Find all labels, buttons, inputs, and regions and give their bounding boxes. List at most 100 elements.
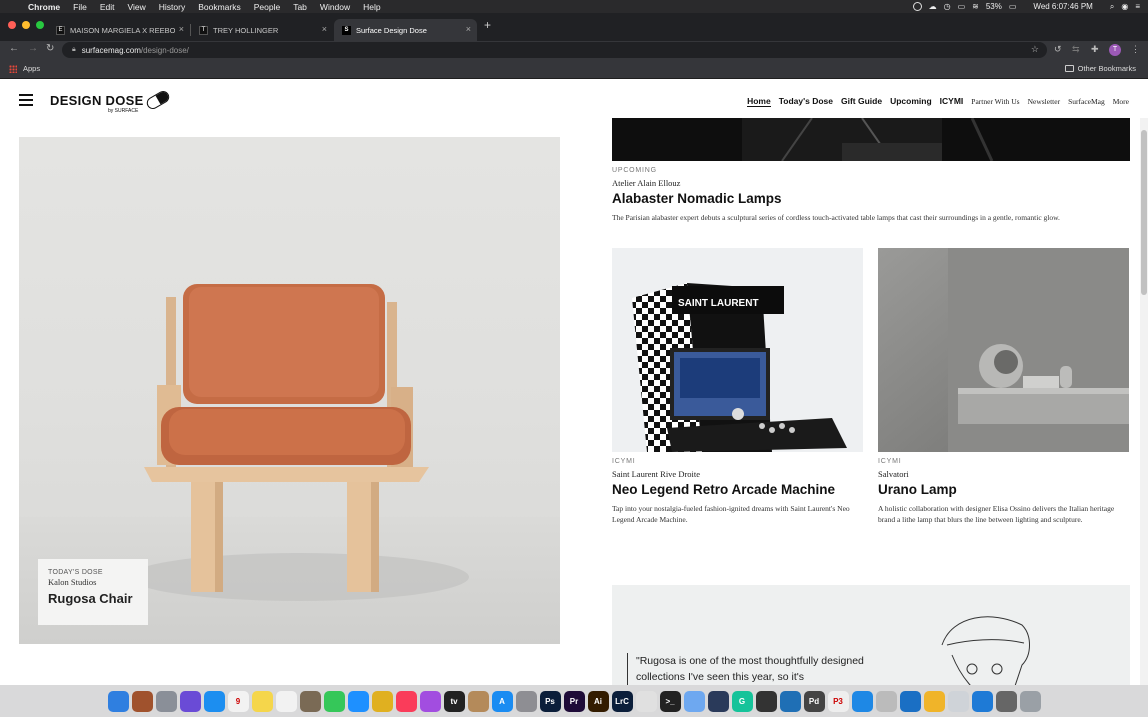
time-machine-icon[interactable]: ◷ — [944, 2, 951, 11]
menu-help[interactable]: Help — [363, 2, 380, 12]
nav-surfacemag[interactable]: SurfaceMag — [1068, 97, 1105, 106]
notebook-dock-icon[interactable] — [131, 690, 153, 712]
nav-gift-guide[interactable]: Gift Guide — [841, 96, 882, 106]
other-bookmarks[interactable]: Other Bookmarks — [1064, 64, 1136, 73]
messages-dock-icon[interactable] — [323, 690, 345, 712]
nav-upcoming[interactable]: Upcoming — [890, 96, 932, 106]
history-extension-icon[interactable]: ↺ — [1054, 44, 1062, 55]
lock-icon[interactable]: 🔒︎ — [72, 46, 76, 54]
p3-dock-icon[interactable]: P3 — [827, 690, 849, 712]
book-dock-icon[interactable] — [299, 690, 321, 712]
messenger-dock-icon[interactable] — [347, 690, 369, 712]
battery-percent[interactable]: 53% — [986, 2, 1002, 11]
extensions-puzzle-icon[interactable]: ✚ — [1091, 44, 1099, 55]
menu-view[interactable]: View — [127, 2, 145, 12]
close-tab-icon[interactable]: × — [179, 24, 184, 34]
game-dock-icon[interactable] — [875, 690, 897, 712]
podcasts-dock-icon[interactable] — [419, 690, 441, 712]
article-title[interactable]: Urano Lamp — [878, 482, 1129, 497]
nav-newsletter[interactable]: Newsletter — [1028, 97, 1061, 106]
profile-avatar[interactable]: T — [1109, 44, 1121, 56]
battery-icon[interactable]: ▭ — [1009, 2, 1017, 11]
menu-history[interactable]: History — [159, 2, 185, 12]
back-icon[interactable]: ← — [9, 43, 19, 54]
nav-home[interactable]: Home — [747, 96, 771, 107]
settings-dock-icon[interactable] — [515, 690, 537, 712]
menu-bookmarks[interactable]: Bookmarks — [198, 2, 241, 12]
menu-window[interactable]: Window — [320, 2, 350, 12]
zoom-window-button[interactable] — [36, 21, 44, 29]
tools-dock-icon[interactable] — [707, 690, 729, 712]
control-center-icon[interactable]: ≡ — [1135, 2, 1140, 11]
finder-dock-icon[interactable] — [107, 690, 129, 712]
site-logo[interactable]: DESIGN DOSE by SURFACE — [50, 88, 172, 114]
chrome-menu-icon[interactable]: ⋮ — [1131, 44, 1140, 55]
address-bar[interactable]: 🔒︎ surfacemag.com/design-dose/ ☆ — [62, 42, 1047, 58]
browser-tab-active[interactable]: S Surface Design Dose × — [334, 19, 477, 41]
menu-tab[interactable]: Tab — [293, 2, 307, 12]
record-icon[interactable] — [912, 2, 922, 11]
bookmark-apps[interactable]: Apps — [9, 64, 40, 73]
menu-people[interactable]: People — [254, 2, 280, 12]
preview-dock-icon[interactable] — [467, 690, 489, 712]
close-window-button[interactable] — [8, 21, 16, 29]
hero-title[interactable]: Rugosa Chair — [48, 591, 138, 606]
nav-todays-dose[interactable]: Today's Dose — [779, 96, 833, 106]
menu-file[interactable]: File — [73, 2, 87, 12]
menu-edit[interactable]: Edit — [100, 2, 115, 12]
cloud-icon[interactable]: ☁ — [929, 2, 937, 11]
article-arcade[interactable]: ICYMI Saint Laurent Rive Droite Neo Lege… — [612, 458, 863, 525]
extension-icon[interactable]: ⇆ — [1072, 44, 1080, 55]
grammarly-dock-icon[interactable]: G — [731, 690, 753, 712]
article-title[interactable]: Neo Legend Retro Arcade Machine — [612, 482, 863, 497]
calendar-dock-icon[interactable]: 9 — [227, 690, 249, 712]
downloads-dock-icon[interactable] — [995, 690, 1017, 712]
article-title[interactable]: Alabaster Nomadic Lamps — [612, 191, 1130, 206]
close-tab-icon[interactable]: × — [322, 24, 327, 34]
forward-icon[interactable]: → — [28, 43, 38, 54]
reminders-dock-icon[interactable] — [275, 690, 297, 712]
article-alabaster[interactable]: UPCOMING Atelier Alain Ellouz Alabaster … — [612, 167, 1130, 223]
screen-dock-icon[interactable] — [779, 690, 801, 712]
photoshop-dock-icon[interactable]: Ps — [539, 690, 561, 712]
siri-dock-icon[interactable] — [179, 690, 201, 712]
lightroom-dock-icon[interactable]: LrC — [611, 690, 633, 712]
acrobat-dock-icon[interactable]: Pd — [803, 690, 825, 712]
bookmark-star-icon[interactable]: ☆ — [1031, 44, 1039, 55]
trash-dock-icon[interactable] — [1019, 690, 1041, 712]
photos-tool-dock-icon[interactable] — [947, 690, 969, 712]
nav-more[interactable]: More — [1113, 97, 1129, 106]
appstore-dock-icon[interactable]: A — [491, 690, 513, 712]
spotlight-icon[interactable]: ⌕ — [1110, 2, 1114, 12]
siri-icon[interactable]: ◉ — [1121, 2, 1128, 11]
safari-dock-icon[interactable] — [203, 690, 225, 712]
article-image-urano[interactable] — [878, 248, 1129, 452]
music-dock-icon[interactable] — [395, 690, 417, 712]
new-tab-icon[interactable]: + — [484, 18, 491, 32]
close-tab-icon[interactable]: × — [466, 24, 471, 34]
airplay-icon[interactable]: ▭ — [958, 2, 966, 11]
menubar-clock[interactable]: Wed 6:07:46 PM — [1033, 2, 1092, 11]
article-image-arcade[interactable]: SAINT LAURENT — [612, 248, 863, 452]
scrollbar-thumb[interactable] — [1141, 130, 1147, 295]
nav-icymi[interactable]: ICYMI — [940, 96, 964, 106]
hamburger-menu-icon[interactable] — [19, 94, 33, 109]
mail-dock-icon[interactable] — [683, 690, 705, 712]
hero-caption-card[interactable]: TODAY'S DOSE Kalon Studios Rugosa Chair — [38, 559, 148, 625]
hero-feature[interactable]: TODAY'S DOSE Kalon Studios Rugosa Chair — [19, 137, 560, 644]
page-scrollbar[interactable] — [1140, 118, 1148, 685]
wifi-icon[interactable]: ≋ — [972, 2, 979, 11]
tv-dock-icon[interactable]: tv — [443, 690, 465, 712]
article-image-alabaster[interactable] — [612, 118, 1130, 161]
vscode-dock-icon[interactable] — [899, 690, 921, 712]
article-urano[interactable]: ICYMI Salvatori Urano Lamp A holistic co… — [878, 458, 1129, 525]
notes-dock-icon[interactable] — [251, 690, 273, 712]
chrome-dock-icon[interactable] — [371, 690, 393, 712]
launchpad-dock-icon[interactable] — [155, 690, 177, 712]
terminal-dock-icon[interactable]: >_ — [659, 690, 681, 712]
blender-dock-icon[interactable] — [635, 690, 657, 712]
minimize-window-button[interactable] — [22, 21, 30, 29]
reload-icon[interactable]: ↻ — [46, 43, 54, 54]
xcode-dock-icon[interactable] — [851, 690, 873, 712]
browser-tab[interactable]: E MAISON MARGIELA X REEBOK × — [48, 19, 190, 41]
